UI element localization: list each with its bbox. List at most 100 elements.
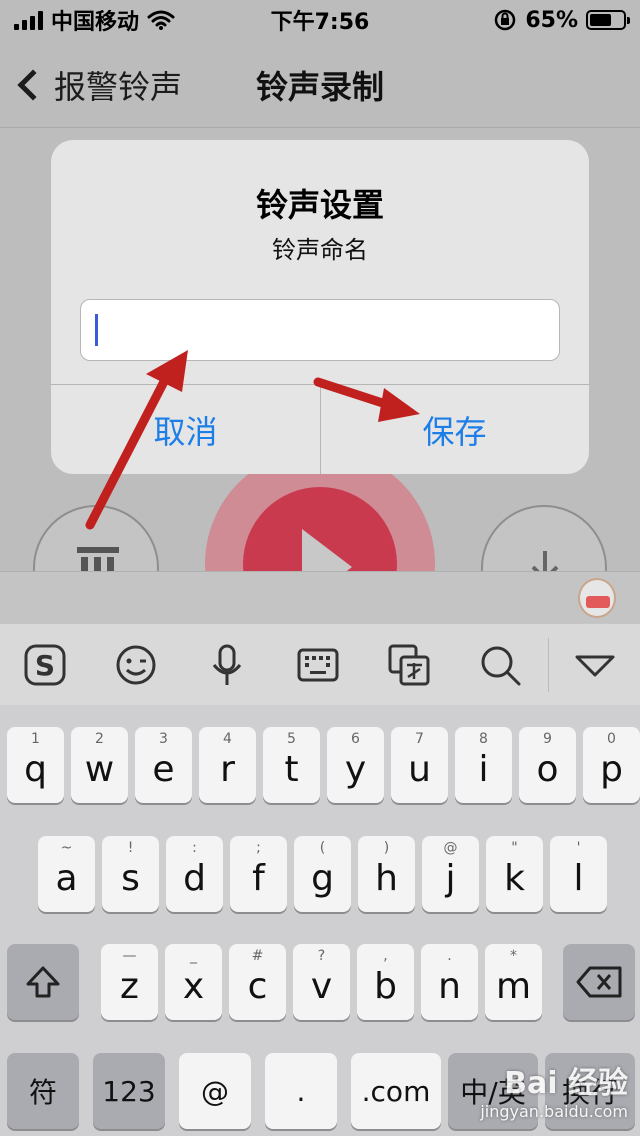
dialog-title: 铃声设置 — [255, 186, 384, 224]
key-t[interactable]: 5t — [263, 727, 320, 803]
keyboard-toolbar: S — [0, 623, 640, 705]
ime-mascot-icon[interactable] — [578, 578, 616, 618]
key-label: k — [504, 857, 525, 899]
key-label: v — [310, 965, 333, 1007]
search-button[interactable] — [454, 624, 545, 706]
page-title: 铃声录制 — [255, 68, 384, 106]
key-label: t — [284, 748, 299, 790]
watermark: Bai 经验 jingyan.baidu.com — [480, 1058, 628, 1121]
key-w[interactable]: 2w — [71, 727, 128, 803]
suggestion-bar — [0, 571, 640, 623]
keyboard-switch-button[interactable] — [273, 624, 364, 706]
trash-icon — [77, 547, 119, 571]
key-c[interactable]: # c — [229, 944, 286, 1020]
toolbar-divider — [548, 638, 549, 692]
backspace-icon — [576, 966, 622, 998]
key-z[interactable]: — z — [101, 944, 158, 1020]
status-bar: 中国移动 下午7:56 65% — [0, 0, 640, 40]
key-label: x — [182, 965, 205, 1007]
key-r[interactable]: 4r — [199, 727, 256, 803]
key-label: q — [24, 748, 47, 790]
watermark-site: jingyan.baidu.com — [480, 1102, 628, 1121]
key-n[interactable]: .n — [421, 944, 478, 1020]
sogou-logo-button[interactable]: S — [0, 624, 91, 706]
key-k[interactable]: " k — [486, 836, 543, 912]
voice-input-button[interactable] — [182, 624, 273, 706]
delete-button[interactable] — [33, 505, 159, 571]
key-label: p — [600, 748, 623, 790]
dotcom-key[interactable]: .com — [351, 1053, 441, 1129]
key-p[interactable]: 0p — [583, 727, 640, 803]
key-u[interactable]: 7u — [391, 727, 448, 803]
key-label: d — [183, 857, 206, 899]
key-secondary-label: ) — [383, 840, 390, 856]
key-secondary-label: 1 — [31, 731, 40, 747]
key-s[interactable]: ! s — [102, 836, 159, 912]
key-label: j — [445, 857, 456, 899]
dot-key[interactable]: . — [265, 1053, 337, 1129]
key-label: n — [438, 965, 461, 1007]
hide-keyboard-button[interactable] — [549, 624, 640, 706]
key-secondary-label: : — [192, 840, 197, 856]
key-secondary-label: ; — [256, 840, 261, 856]
text-caret — [95, 314, 98, 346]
key-label: u — [408, 748, 431, 790]
key-a[interactable]: ~ a — [38, 836, 95, 912]
key-secondary-label: 2 — [95, 731, 104, 747]
key-b[interactable]: ,b — [357, 944, 414, 1020]
microphone-icon — [212, 644, 242, 685]
key-j[interactable]: @ j — [422, 836, 479, 912]
key-secondary-label: ? — [317, 948, 326, 964]
key-q[interactable]: 1q — [7, 727, 64, 803]
key-e[interactable]: 3e — [135, 727, 192, 803]
key-secondary-label: " — [511, 840, 518, 856]
clock: 下午7:56 — [270, 10, 370, 35]
chevron-down-icon — [575, 655, 615, 676]
key-secondary-label: 5 — [287, 731, 296, 747]
key-secondary-label: ~ — [60, 840, 73, 856]
key-label: c — [247, 965, 268, 1007]
ringtone-name-input[interactable] — [80, 299, 560, 361]
shift-icon — [26, 966, 60, 998]
download-button[interactable] — [481, 505, 607, 571]
translate-button[interactable] — [363, 624, 454, 706]
key-v[interactable]: ? v — [293, 944, 350, 1020]
key-secondary-label: 6 — [351, 731, 360, 747]
key-y[interactable]: 6y — [327, 727, 384, 803]
nav-bar: 报警铃声 铃声录制 — [0, 40, 640, 128]
key-label: o — [536, 748, 559, 790]
sogou-logo-icon: S — [24, 644, 66, 685]
key-o[interactable]: 9o — [519, 727, 576, 803]
key-secondary-label: 9 — [543, 731, 552, 747]
key-g[interactable]: (g — [294, 836, 351, 912]
at-key[interactable]: @ — [179, 1053, 251, 1129]
svg-text:S: S — [35, 649, 55, 682]
key-secondary-label: . — [447, 948, 452, 964]
key-d[interactable]: :d — [166, 836, 223, 912]
shift-key[interactable] — [7, 944, 79, 1020]
backspace-key[interactable] — [563, 944, 635, 1020]
emoji-button[interactable] — [91, 624, 182, 706]
key-label: z — [120, 965, 139, 1007]
symbol-key[interactable]: 符 — [7, 1053, 79, 1129]
watermark-brand: Bai 经验 — [504, 1066, 628, 1101]
key-h[interactable]: ) h — [358, 836, 415, 912]
key-secondary-label: _ — [190, 948, 197, 964]
key-secondary-label: 3 — [159, 731, 168, 747]
key-x[interactable]: _ x — [165, 944, 222, 1020]
key-label: g — [311, 857, 334, 899]
key-secondary-label: * — [510, 948, 517, 964]
key-label: b — [374, 965, 397, 1007]
key-m[interactable]: * m — [485, 944, 542, 1020]
key-secondary-label: 0 — [607, 731, 616, 747]
key-label: a — [55, 857, 78, 899]
key-f[interactable]: ; f — [230, 836, 287, 912]
key-label: l — [573, 857, 584, 899]
number-key[interactable]: 123 — [93, 1053, 165, 1129]
key-label: r — [220, 748, 235, 790]
dialog-message: 铃声命名 — [272, 236, 368, 264]
save-button[interactable]: 保存 — [320, 385, 589, 474]
key-i[interactable]: 8i — [455, 727, 512, 803]
cancel-button[interactable]: 取消 — [51, 385, 320, 474]
key-l[interactable]: ' l — [550, 836, 607, 912]
